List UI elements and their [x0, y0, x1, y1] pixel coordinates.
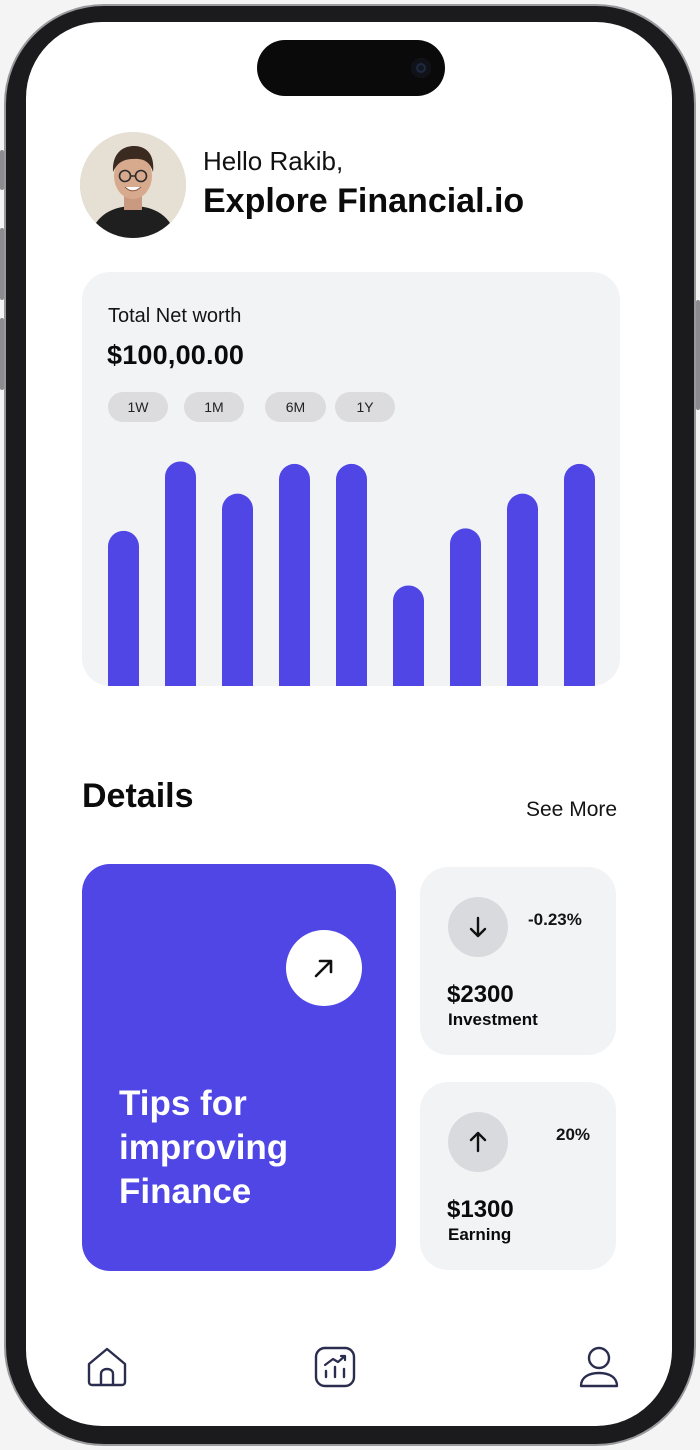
- tips-title-line: Finance: [119, 1172, 252, 1211]
- profile-icon: [579, 1346, 619, 1388]
- chart-bar: [507, 493, 538, 686]
- volume-down-button: [0, 318, 4, 390]
- avatar[interactable]: [80, 132, 186, 238]
- chart-icon: [314, 1346, 356, 1388]
- investment-label: Investment: [448, 1010, 538, 1029]
- investment-trend-icon: [448, 897, 508, 957]
- range-1w-button[interactable]: 1W: [108, 392, 168, 422]
- mute-switch: [0, 150, 4, 190]
- dynamic-island: [257, 40, 445, 96]
- earning-change: 20%: [556, 1125, 591, 1144]
- earning-amount: $1300: [447, 1196, 514, 1223]
- investment-card[interactable]: -0.23% $2300 Investment: [420, 867, 616, 1055]
- chart-bar: [108, 530, 139, 686]
- tips-title-line: Tips for: [119, 1084, 247, 1123]
- nav-home[interactable]: [84, 1344, 130, 1390]
- volume-up-button: [0, 228, 4, 300]
- earning-label: Earning: [448, 1225, 512, 1244]
- tips-title-line: improving: [119, 1128, 289, 1167]
- arrow-up-right-icon: [314, 959, 333, 978]
- tips-card[interactable]: Tips for improving Finance: [82, 864, 396, 1271]
- tips-title: Tips for improving Finance: [119, 1082, 379, 1214]
- investment-amount: $2300: [447, 981, 514, 1008]
- front-camera: [411, 58, 431, 78]
- net-worth-value: $100,00.00: [107, 340, 245, 370]
- net-worth-bar-chart: [108, 461, 595, 686]
- range-1m-button[interactable]: 1M: [184, 392, 244, 422]
- user-photo-icon: [80, 132, 186, 238]
- chart-bar: [450, 528, 481, 686]
- range-1y-button[interactable]: 1Y: [335, 392, 395, 422]
- net-worth-card: Total Net worth $100,00.00 1W 1M 6M 1Y: [82, 272, 620, 686]
- greeting-text: Hello Rakib,: [203, 146, 344, 176]
- arrow-up-icon: [469, 1131, 487, 1153]
- investment-change: -0.23%: [528, 910, 582, 929]
- chart-bar: [336, 463, 367, 686]
- arrow-down-icon: [469, 916, 487, 938]
- see-more-link[interactable]: See More: [526, 798, 617, 822]
- details-heading: Details: [82, 777, 194, 815]
- chart-bar: [165, 461, 196, 686]
- open-tips-button[interactable]: [286, 930, 362, 1006]
- app-screen: Hello Rakib, Explore Financial.io Total …: [26, 22, 672, 1426]
- home-icon: [87, 1347, 127, 1387]
- chart-bar: [564, 463, 595, 686]
- page-title: Explore Financial.io: [203, 182, 525, 220]
- net-worth-label: Total Net worth: [108, 305, 242, 327]
- chart-bar: [393, 585, 424, 686]
- nav-stats[interactable]: [312, 1344, 358, 1390]
- chart-bar: [222, 493, 253, 686]
- earning-trend-icon: [448, 1112, 508, 1172]
- power-button: [696, 300, 700, 410]
- chart-bar: [279, 463, 310, 686]
- earning-card[interactable]: 20% $1300 Earning: [420, 1082, 616, 1270]
- nav-profile[interactable]: [576, 1344, 622, 1390]
- range-6m-button[interactable]: 6M: [265, 392, 326, 422]
